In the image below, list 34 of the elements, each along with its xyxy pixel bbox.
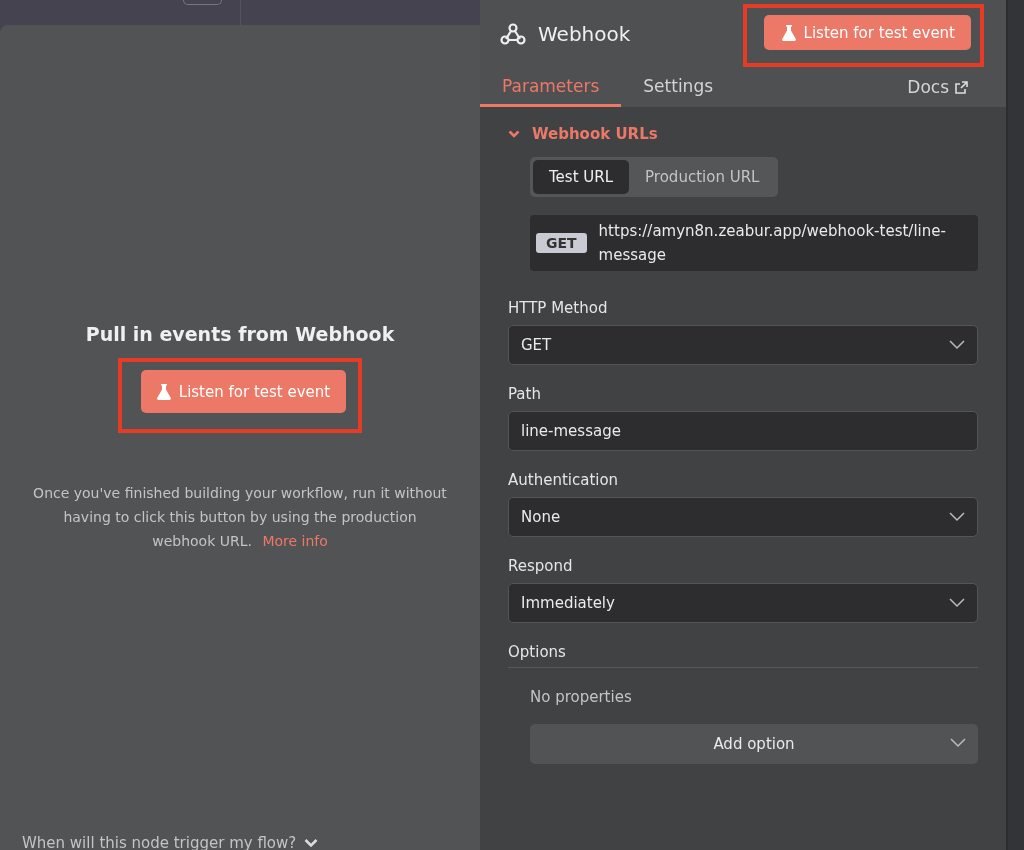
options-heading: Options [508, 643, 978, 668]
url-tab[interactable]: Production URL [629, 160, 776, 194]
chevron-icon [950, 738, 966, 748]
webhook-url[interactable]: https://amyn8n.zeabur.app/webhook-test/line-message [598, 219, 966, 267]
field-label: Respond [508, 557, 574, 575]
node-title: Webhook [538, 21, 631, 46]
select-field[interactable]: None [508, 497, 978, 537]
chevron-icon [949, 512, 965, 522]
panel-heading: Pull in events from Webhook [85, 323, 395, 345]
section-toggle[interactable]: Webhook URLs [508, 125, 978, 143]
chevron-icon [949, 598, 965, 608]
input-field[interactable]: line-message [508, 411, 978, 451]
field-label: Authentication [508, 471, 620, 489]
listen-button[interactable]: Listen for test event [140, 370, 347, 413]
description-text: Once you've finished building your workflow, run it without having to click this button by using the production webhook URL. More info [32, 484, 448, 551]
field-label: HTTP Method [508, 299, 609, 317]
listen-button[interactable]: Listen for test event [763, 15, 971, 50]
tab[interactable]: Settings [621, 67, 736, 107]
webhook-icon [500, 21, 526, 46]
chevron-icon [508, 130, 520, 138]
empty-text: No properties [530, 688, 633, 706]
chevron-icon [949, 340, 965, 350]
flask-icon [781, 24, 796, 41]
select-field[interactable]: Immediately [508, 583, 978, 623]
docs-link[interactable]: Docs [907, 67, 968, 107]
field-label: Path [508, 385, 542, 403]
url-tab[interactable]: Test URL [533, 160, 630, 194]
external-link-icon [955, 80, 968, 94]
flask-icon [156, 383, 171, 400]
chevron-icon [304, 838, 319, 848]
tab[interactable]: Parameters [480, 67, 622, 107]
add-option-button[interactable]: Add option [530, 724, 978, 764]
method-badge: GET [536, 233, 587, 253]
select-field[interactable]: GET [508, 325, 978, 365]
